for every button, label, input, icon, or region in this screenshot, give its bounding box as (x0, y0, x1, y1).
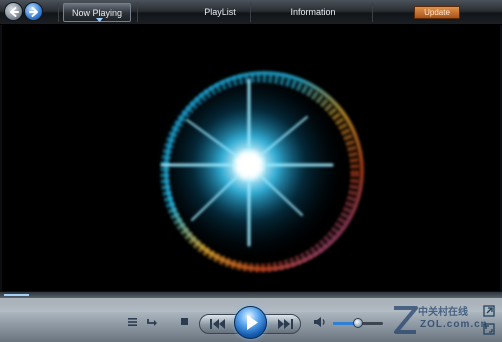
switch-to-compact-icon[interactable] (483, 305, 495, 317)
fullscreen-icon[interactable] (483, 323, 495, 335)
play-button[interactable] (234, 306, 267, 339)
chevron-down-icon[interactable] (96, 18, 103, 22)
back-button[interactable] (4, 2, 23, 21)
toolbar-divider (372, 2, 373, 22)
playlist-menu-icon[interactable] (127, 317, 138, 327)
site-watermark: 中关村在线 ZOL.com.cn (392, 302, 487, 338)
speaker-icon[interactable] (313, 316, 326, 328)
tab-playlist[interactable]: PlayList (196, 3, 244, 22)
title-toolbar: Now Playing PlayList Information Update (0, 0, 502, 25)
previous-icon[interactable] (209, 318, 227, 330)
next-icon[interactable] (276, 318, 294, 330)
watermark-url: ZOL.com.cn (420, 319, 488, 330)
visualizer-graphic (154, 70, 364, 273)
seek-progress (4, 294, 29, 296)
toolbar-divider (58, 2, 59, 22)
update-button[interactable]: Update (414, 6, 460, 19)
tab-information[interactable]: Information (285, 3, 341, 22)
stop-icon[interactable] (179, 316, 190, 327)
video-display[interactable] (2, 25, 500, 291)
watermark-chinese: 中关村在线 (418, 307, 468, 318)
forward-button[interactable] (24, 2, 43, 21)
volume-thumb[interactable] (353, 318, 363, 328)
toolbar-divider (137, 2, 138, 22)
toolbar-divider (250, 2, 251, 22)
back-arrow-icon (10, 7, 19, 17)
play-icon (247, 315, 258, 330)
repeat-icon[interactable] (146, 316, 159, 328)
forward-arrow-icon (29, 7, 38, 17)
zol-logo-icon (394, 306, 418, 334)
